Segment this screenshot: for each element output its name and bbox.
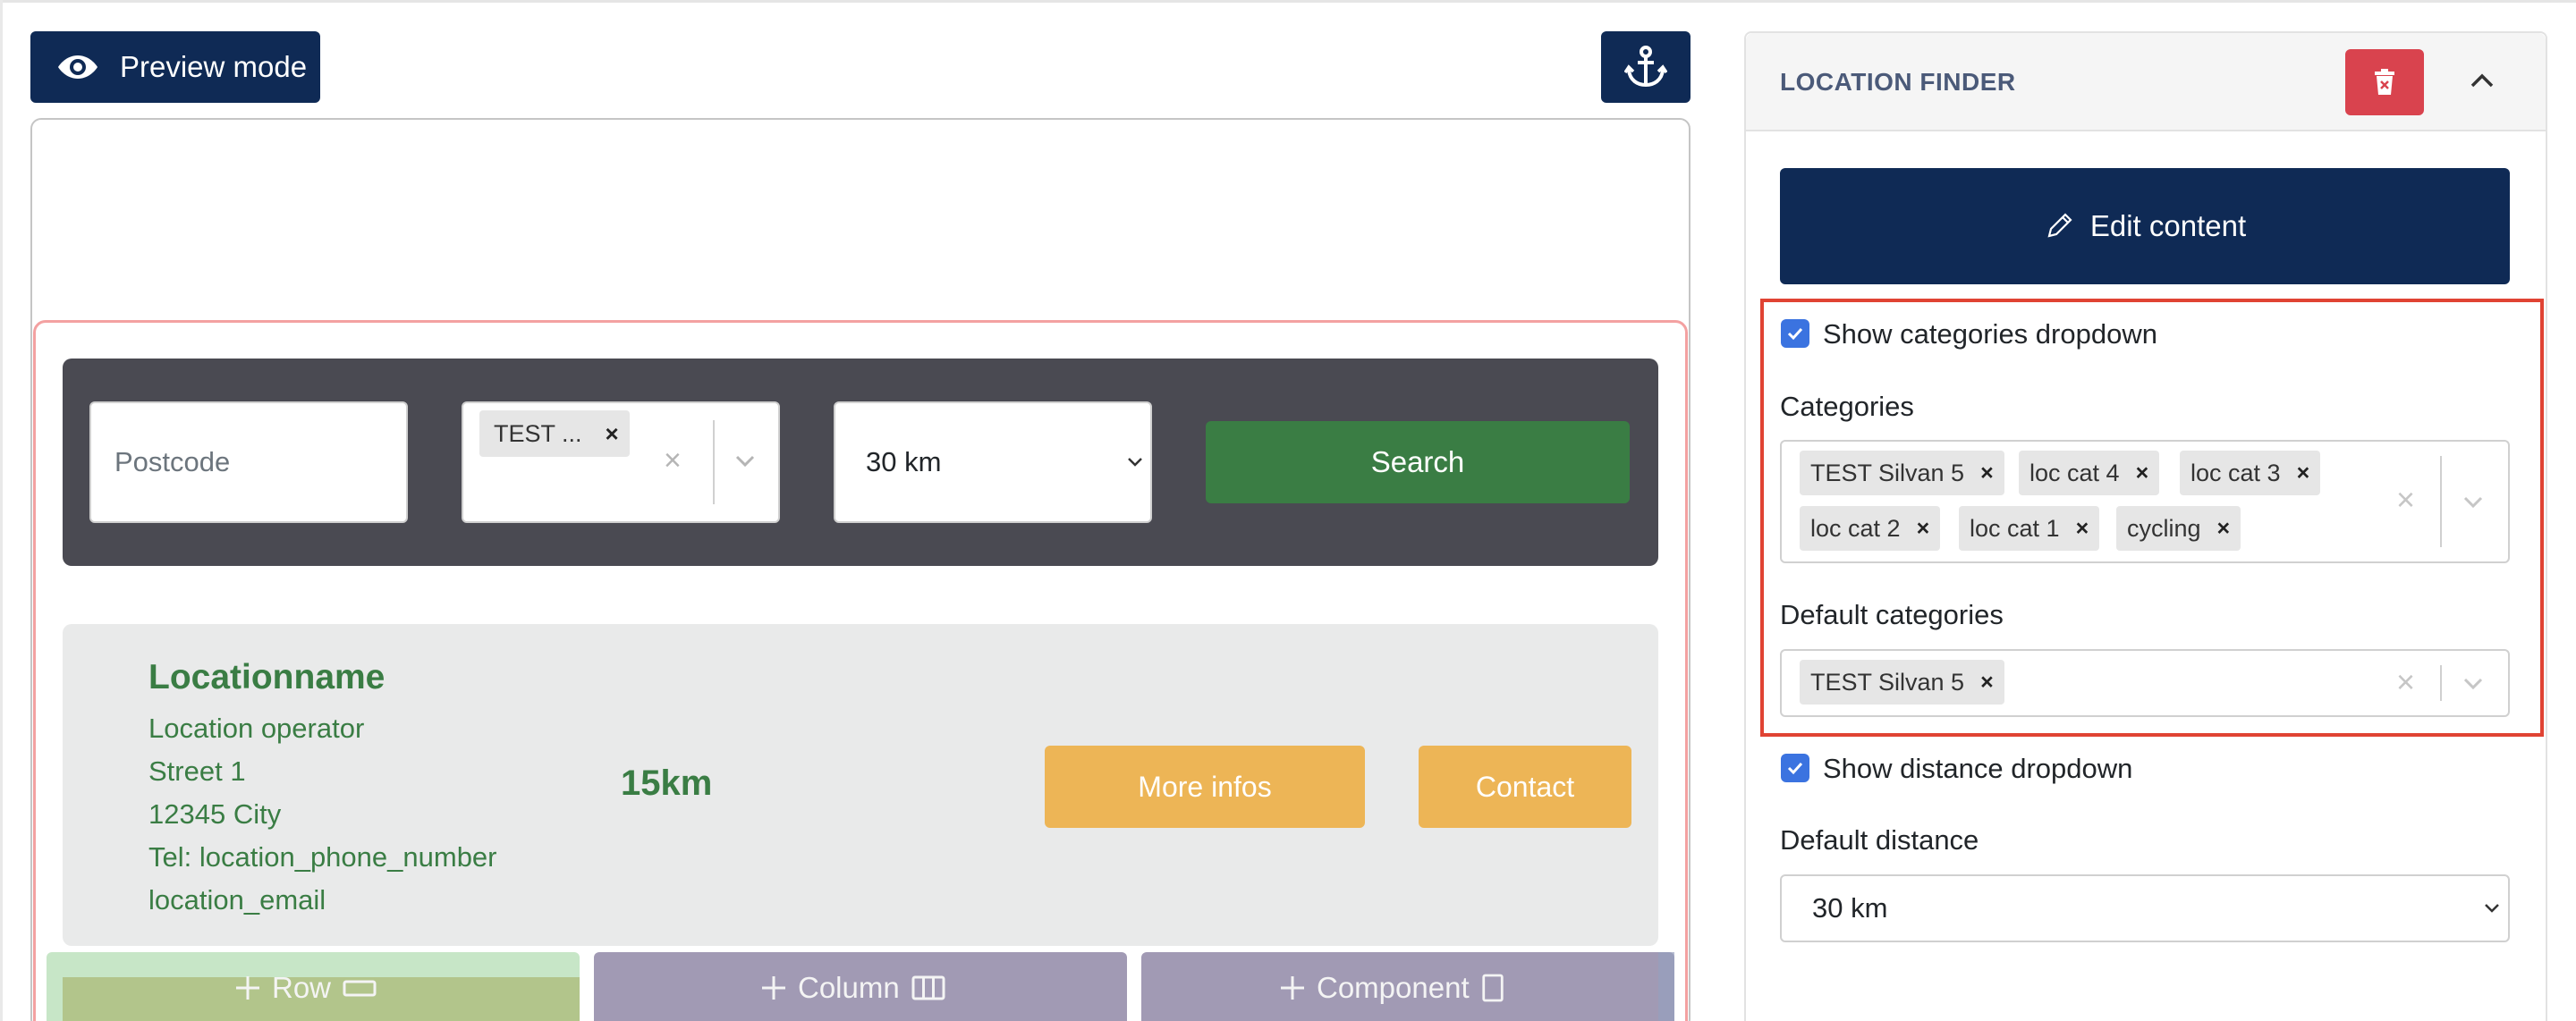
search-button[interactable]: Search [1206, 421, 1630, 503]
chevron-down-icon[interactable] [2460, 670, 2487, 696]
category-chip-label: loc cat 2 [1810, 514, 1901, 542]
plus-icon [762, 976, 785, 1000]
chevron-up-icon[interactable] [2467, 70, 2497, 93]
chip-remove-icon[interactable]: × [606, 420, 619, 448]
category-chip-label: cycling [2127, 514, 2201, 542]
default-distance-label: Default distance [1780, 824, 1979, 856]
default-distance-value: 30 km [1812, 892, 1888, 924]
page-left-border [0, 0, 3, 1021]
plus-icon [236, 976, 259, 1000]
columns-icon [911, 975, 945, 1000]
location-operator: Location operator [148, 713, 365, 744]
category-chip: cycling × [2116, 506, 2241, 551]
add-column-label: Column [798, 971, 900, 1004]
clear-icon[interactable]: × [664, 443, 682, 478]
search-button-label: Search [1370, 445, 1465, 478]
category-chip-label: loc cat 3 [2190, 459, 2281, 486]
show-distance-checkbox[interactable] [1781, 754, 1809, 782]
panel-title: LOCATION FINDER [1780, 68, 2016, 96]
category-chip: loc cat 3 × [2180, 451, 2321, 495]
show-categories-label: Show categories dropdown [1823, 318, 2157, 350]
select-divider [2440, 456, 2442, 547]
chip-remove-icon[interactable]: × [2217, 516, 2231, 542]
category-chip: loc cat 2 × [1800, 506, 1941, 551]
select-divider [2440, 665, 2442, 701]
component-icon [1481, 974, 1504, 1002]
more-infos-button[interactable]: More infos [1045, 746, 1365, 828]
edit-content-label: Edit content [2089, 209, 2247, 242]
category-chip: TEST ... × [479, 410, 630, 457]
postcode-input[interactable]: Postcode [89, 401, 408, 523]
chip-remove-icon[interactable]: × [2076, 516, 2089, 542]
distance-select-value: 30 km [866, 446, 942, 477]
postcode-placeholder: Postcode [114, 446, 231, 477]
component-bar-edge [1658, 952, 1674, 1021]
chip-remove-icon[interactable]: × [2136, 460, 2149, 486]
location-city: 12345 City [148, 798, 282, 830]
location-name: Locationname [148, 658, 386, 696]
chip-remove-icon[interactable]: × [1980, 670, 1994, 696]
row-icon [343, 980, 377, 997]
category-chip-label: loc cat 4 [2029, 459, 2120, 486]
chevron-down-icon[interactable] [2460, 488, 2487, 515]
page-top-border [0, 0, 2576, 3]
location-distance: 15km [621, 764, 713, 803]
show-distance-label: Show distance dropdown [1823, 753, 2133, 784]
distance-select[interactable]: 30 km [834, 401, 1152, 523]
category-chip: loc cat 4 × [2019, 451, 2160, 495]
default-distance-select[interactable]: 30 km [1780, 874, 2510, 942]
add-row-button[interactable]: Row [234, 970, 377, 1006]
eye-icon [58, 55, 97, 79]
contact-button[interactable]: Contact [1419, 746, 1631, 828]
category-chip-label: TEST ... [494, 419, 582, 447]
select-divider [713, 420, 715, 504]
category-chip-label: TEST Silvan 5 [1810, 668, 1965, 696]
anchor-button[interactable] [1601, 31, 1690, 103]
chip-remove-icon[interactable]: × [1917, 516, 1930, 542]
location-phone: Tel: location_phone_number [148, 841, 497, 873]
chevron-down-icon [2485, 904, 2499, 913]
preview-mode-button[interactable]: Preview mode [30, 31, 320, 103]
check-icon [1787, 327, 1803, 341]
anchor-icon [1624, 46, 1667, 88]
preview-mode-label: Preview mode [120, 50, 308, 83]
add-column-button[interactable]: Column [760, 970, 946, 1006]
chip-remove-icon[interactable]: × [2297, 460, 2310, 486]
pencil-icon [2047, 213, 2072, 238]
add-component-button[interactable]: Component [1279, 970, 1505, 1006]
check-icon [1787, 762, 1803, 775]
category-chip-label: TEST Silvan 5 [1810, 459, 1965, 486]
category-chip: TEST Silvan 5 × [1800, 451, 2004, 495]
location-street: Street 1 [148, 755, 246, 787]
clear-icon[interactable]: × [2396, 481, 2415, 519]
more-infos-label: More infos [1138, 770, 1272, 803]
clear-icon[interactable]: × [2396, 663, 2415, 701]
location-email: location_email [148, 884, 326, 916]
chip-remove-icon[interactable]: × [1980, 460, 1994, 486]
category-chip: loc cat 1 × [1959, 506, 2100, 551]
default-categories-label: Default categories [1780, 599, 2004, 630]
delete-button[interactable] [2345, 49, 2424, 115]
chevron-down-icon [1128, 458, 1142, 467]
category-chip: TEST Silvan 5 × [1800, 660, 2004, 705]
contact-label: Contact [1475, 770, 1575, 803]
categories-label: Categories [1780, 391, 1914, 422]
add-component-label: Component [1317, 971, 1470, 1004]
chevron-down-icon[interactable] [732, 447, 758, 474]
show-categories-checkbox[interactable] [1781, 319, 1809, 348]
category-chip-label: loc cat 1 [1970, 514, 2060, 542]
trash-icon [2375, 69, 2394, 95]
plus-icon [1281, 976, 1304, 1000]
edit-content-button[interactable]: Edit content [1780, 168, 2510, 284]
add-row-label: Row [272, 971, 332, 1004]
